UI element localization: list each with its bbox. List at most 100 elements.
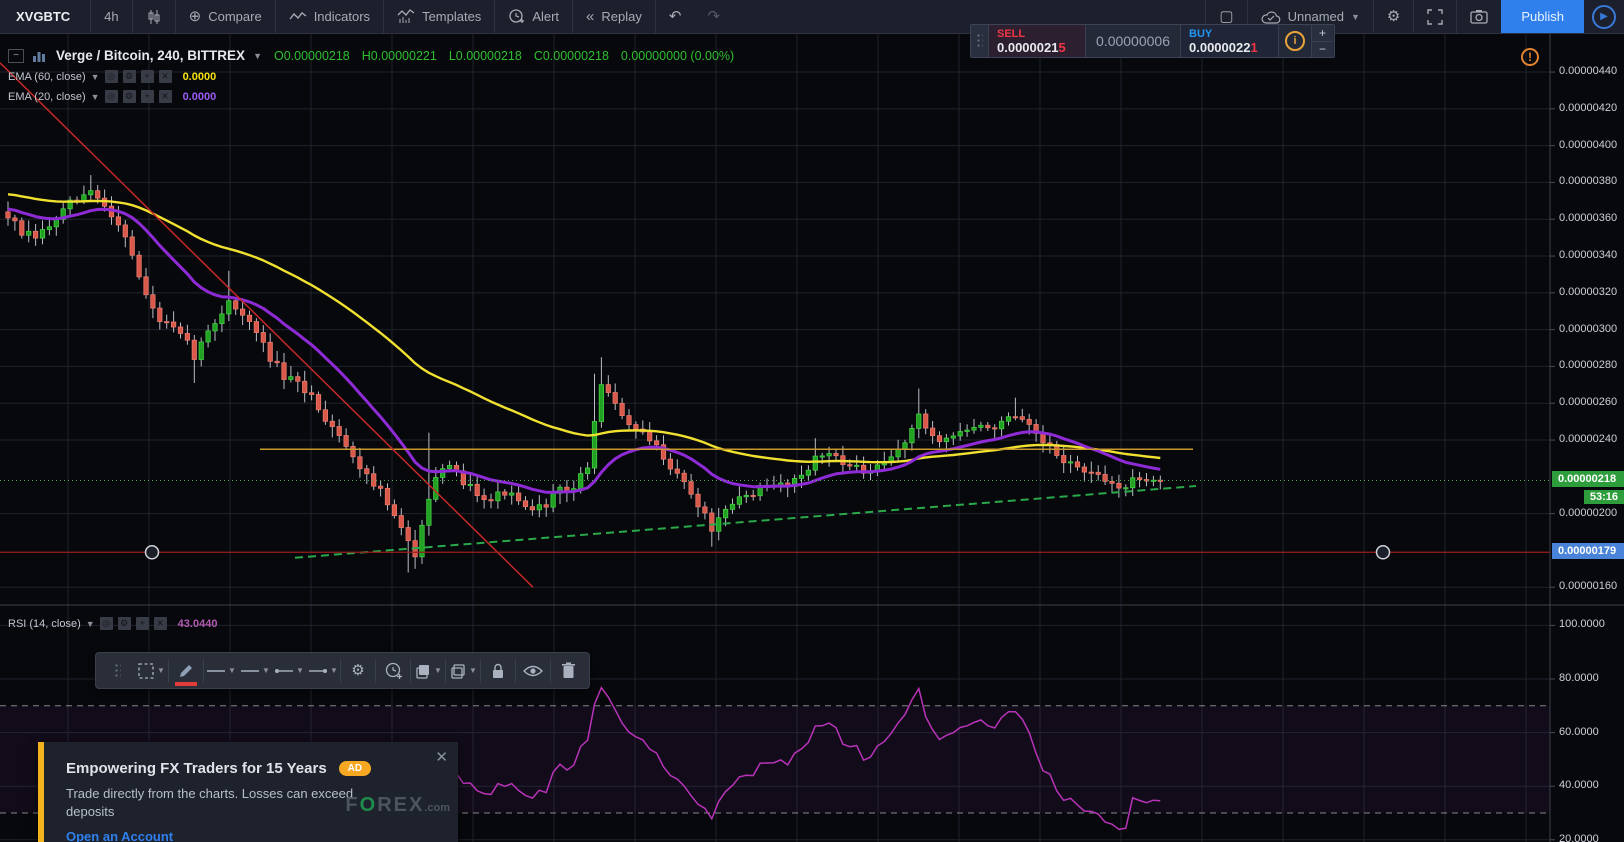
visibility-button[interactable] <box>516 653 550 688</box>
templates-button[interactable]: Templates <box>384 0 494 33</box>
color-tool-button[interactable] <box>169 653 203 688</box>
info-button[interactable]: i <box>1279 25 1312 57</box>
info-icon: i <box>1285 31 1305 51</box>
close-icon[interactable]: ✕ <box>158 70 172 83</box>
eye-icon[interactable]: ◎ <box>104 90 118 103</box>
candlestick-icon <box>148 9 160 24</box>
rsi-legend: RSI (14, close) ▼ ◎ ⚙ + ✕ 43.0440 <box>8 612 217 632</box>
pencil-icon <box>180 664 192 677</box>
sell-price: 0.00000215 <box>997 39 1066 55</box>
redo-button[interactable]: ↷ <box>694 0 733 33</box>
indicator-name[interactable]: EMA (60, close) <box>8 71 86 83</box>
replay-button[interactable]: « Replay <box>573 0 655 33</box>
add-alert-button[interactable] <box>376 653 410 688</box>
lock-button[interactable] <box>481 653 515 688</box>
trash-icon <box>561 662 575 678</box>
drawing-settings-button[interactable]: ⚙ <box>341 653 375 688</box>
rsi-axis-tick: 40.0000 <box>1559 779 1599 792</box>
chevron-down-icon[interactable]: ▼ <box>91 72 100 82</box>
templates-icon <box>397 9 415 23</box>
price-axis[interactable]: 0.00000218 53:16 0.00000179 0.00000440 0.… <box>1550 34 1624 842</box>
bar-countdown-badge: 53:16 <box>1583 490 1624 504</box>
price-axis-tick: 0.00000440 <box>1559 65 1618 78</box>
chevron-down-icon: ▼ <box>330 666 338 675</box>
add-icon[interactable]: + <box>140 70 154 83</box>
line-start-cap-button[interactable]: ▼ <box>272 653 306 688</box>
chevron-down-icon: ▼ <box>469 666 477 675</box>
sell-button[interactable]: SELL 0.00000215 <box>989 25 1086 57</box>
play-icon: ▶ <box>1600 11 1608 22</box>
expand-button[interactable]: + <box>1312 25 1333 42</box>
interval-button[interactable]: 4h <box>91 0 131 33</box>
line-style-button[interactable]: ▼ <box>204 653 238 688</box>
eye-icon[interactable]: ◎ <box>99 617 113 630</box>
rsi-axis-tick: 80.0000 <box>1559 672 1599 684</box>
alert-button[interactable]: Alert <box>495 0 572 33</box>
price-axis-tick: 0.00000200 <box>1559 506 1618 519</box>
buy-button[interactable]: BUY 0.00000221 <box>1181 25 1279 57</box>
gear-icon[interactable]: ⚙ <box>122 70 136 83</box>
replay-label: Replay <box>601 9 642 24</box>
add-icon[interactable]: + <box>135 617 149 630</box>
cloud-check-icon <box>1261 10 1280 24</box>
price-axis-tick: 0.00000340 <box>1559 249 1618 262</box>
line-end-cap-button[interactable]: ▼ <box>306 653 340 688</box>
fullscreen-icon <box>1427 8 1444 25</box>
delete-button[interactable] <box>551 653 585 688</box>
line-icon <box>207 669 226 672</box>
chevron-down-icon[interactable]: ▼ <box>91 92 100 102</box>
widget-size-controls: + − <box>1312 25 1333 57</box>
toolbar-drag-handle[interactable] <box>100 653 134 688</box>
chart-style-button[interactable] <box>133 0 175 33</box>
clone-button[interactable]: ▼ <box>446 653 480 688</box>
undo-button[interactable]: ↶ <box>656 0 695 33</box>
chevron-down-icon: ▼ <box>228 666 236 675</box>
warning-icon[interactable]: ! <box>1521 48 1539 66</box>
collapse-button[interactable]: − <box>1312 41 1333 57</box>
eye-icon[interactable]: ◎ <box>104 70 118 83</box>
indicators-button[interactable]: Indicators <box>276 0 383 33</box>
templates-label: Templates <box>422 9 482 24</box>
bring-forward-button[interactable]: ▼ <box>411 653 445 688</box>
publish-button[interactable]: Publish <box>1501 0 1584 33</box>
ad-title: Empowering FX Traders for 15 Years <box>66 760 327 777</box>
ad-link[interactable]: Open an Account <box>66 829 173 842</box>
line-icon <box>241 669 260 672</box>
compare-button[interactable]: ⊕ Compare <box>176 0 275 33</box>
price-axis-tick: 0.00000360 <box>1559 212 1618 225</box>
series-title[interactable]: Verge / Bitcoin, 240, BITTREX <box>56 48 245 63</box>
chart-canvas[interactable] <box>0 0 1624 842</box>
close-icon[interactable]: ✕ <box>158 90 172 103</box>
symbol-button[interactable]: XVGBTC <box>0 0 90 33</box>
gear-icon[interactable]: ⚙ <box>122 90 136 103</box>
rsi-name[interactable]: RSI (14, close) <box>8 618 81 630</box>
indicator-name[interactable]: EMA (20, close) <box>8 91 86 103</box>
collapse-legend-button[interactable]: − <box>8 48 24 63</box>
price-axis-tick: 0.00000240 <box>1559 433 1618 446</box>
select-tool-button[interactable]: ▼ <box>134 653 168 688</box>
add-icon[interactable]: + <box>140 90 154 103</box>
chevron-down-icon: ▼ <box>157 666 165 675</box>
widget-drag-handle[interactable] <box>971 25 989 57</box>
drag-dots-icon <box>113 662 121 679</box>
play-button[interactable]: ▶ <box>1592 4 1616 29</box>
dashed-square-icon <box>138 662 154 679</box>
color-swatch <box>175 682 197 686</box>
indicator-value: 0.0000 <box>182 90 217 103</box>
indicator-row-ema20: EMA (20, close) ▼ ◎ ⚙ + ✕ 0.0000 <box>8 88 734 105</box>
chevron-down-icon[interactable]: ▼ <box>86 619 95 629</box>
line-width-button[interactable]: ▼ <box>238 653 272 688</box>
snapshot-button[interactable] <box>1457 0 1501 33</box>
alert-label: Alert <box>532 9 560 24</box>
ad-close-icon[interactable]: ✕ <box>435 748 448 766</box>
chevron-down-icon: ▼ <box>262 666 270 675</box>
ohlc-open: O0.00000218 <box>273 48 350 63</box>
gear-icon[interactable]: ⚙ <box>117 617 131 630</box>
fullscreen-button[interactable] <box>1414 0 1456 33</box>
close-icon[interactable]: ✕ <box>153 617 167 630</box>
chevron-down-icon[interactable]: ▼ <box>253 51 262 61</box>
layout-name-label: Unnamed <box>1287 9 1344 24</box>
settings-button[interactable]: ⚙ <box>1374 0 1413 33</box>
rsi-axis-tick: 20.0000 <box>1559 832 1599 842</box>
compare-label: Compare <box>208 9 262 24</box>
